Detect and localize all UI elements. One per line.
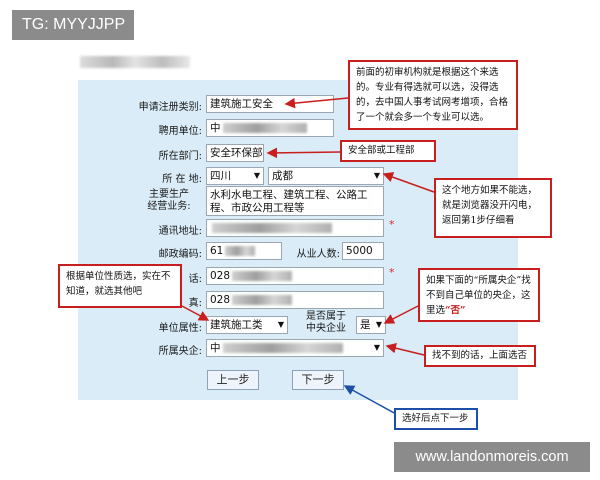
arrow-central bbox=[383, 305, 419, 324]
note-top: 前面的初审机构就是根据这个来选的。专业有得选就可以选，没得选的，去中国人事考试网… bbox=[348, 60, 518, 130]
note-next: 选好后点下一步 bbox=[394, 408, 478, 430]
note-unit-nature: 根据单位性质选，实在不知道，就选其他吧 bbox=[58, 264, 182, 308]
note-central-emphasis: “否” bbox=[445, 305, 466, 316]
note-not-found: 找不到的话，上面选否 bbox=[424, 345, 536, 367]
note-central: 如果下面的“所属央企”找不到自己单位的央企，这里选“否” bbox=[418, 268, 540, 322]
arrow-next bbox=[343, 385, 397, 415]
arrow-department bbox=[266, 147, 341, 159]
arrow-location bbox=[382, 172, 435, 193]
note-location: 这个地方如果不能选，就是浏览器没开闪电，返回第1步仔细看 bbox=[434, 178, 552, 238]
arrow-unit-nature bbox=[181, 305, 210, 321]
note-central-text: 如果下面的“所属央企”找不到自己单位的央企，这里选 bbox=[426, 275, 531, 316]
arrow-top bbox=[284, 97, 349, 109]
note-department: 安全部或工程部 bbox=[340, 140, 436, 162]
site-watermark: www.landonmoreis.com bbox=[394, 442, 590, 472]
arrow-not-found bbox=[385, 343, 425, 356]
